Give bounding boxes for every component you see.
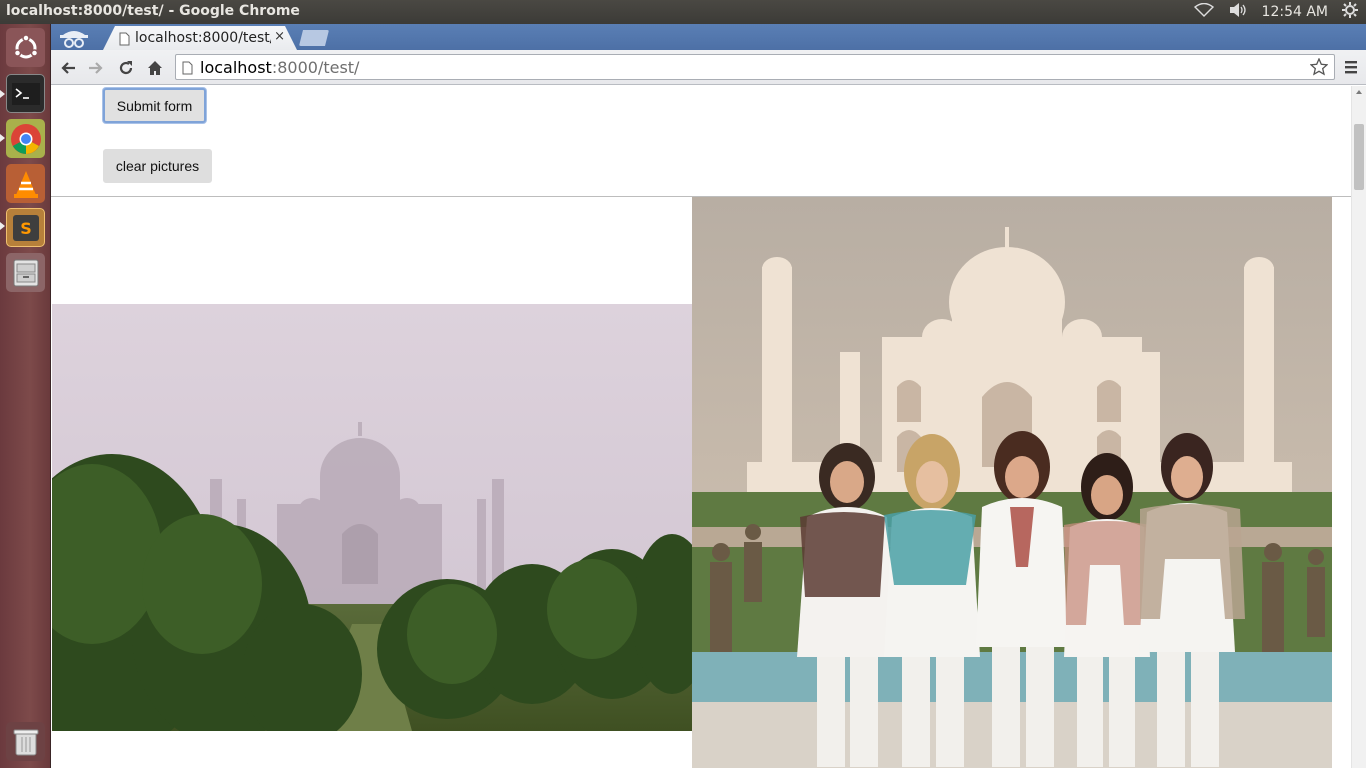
tab-bar: localhost:8000/test/ × <box>51 24 1366 50</box>
clear-pictures-button[interactable]: clear pictures <box>103 149 212 183</box>
page-icon <box>182 60 193 79</box>
terminal-icon[interactable] <box>6 74 45 113</box>
top-panel: localhost:8000/test/ - Google Chrome 12:… <box>0 0 1366 24</box>
home-icon[interactable] <box>144 57 166 79</box>
incognito-icon <box>57 25 91 49</box>
gear-icon[interactable] <box>1342 2 1358 22</box>
file-cabinet-icon[interactable] <box>6 253 45 292</box>
page-scrollbar[interactable] <box>1351 86 1366 768</box>
volume-icon[interactable] <box>1228 2 1248 22</box>
sublime-text-icon[interactable]: S <box>6 208 45 247</box>
submit-form-button[interactable]: Submit form <box>103 88 206 123</box>
photo-group-at-taj-mahal <box>692 197 1332 768</box>
new-tab-button[interactable] <box>299 30 329 46</box>
panel-indicators: 12:54 AM <box>1193 0 1358 24</box>
window-title: localhost:8000/test/ - Google Chrome <box>6 3 300 19</box>
wifi-icon[interactable] <box>1193 2 1214 21</box>
url-path: :8000/test/ <box>271 58 360 77</box>
tab-title: localhost:8000/test/ <box>135 30 271 46</box>
url-host: localhost <box>200 58 272 77</box>
back-arrow-icon[interactable] <box>57 57 79 79</box>
running-indicator <box>0 222 5 230</box>
close-icon[interactable]: × <box>274 29 285 44</box>
url-text: localhost:8000/test/ <box>200 58 359 77</box>
forward-arrow-icon[interactable] <box>85 57 107 79</box>
browser-toolbar: localhost:8000/test/ <box>51 50 1366 85</box>
scroll-up-arrow-icon[interactable] <box>1356 90 1362 94</box>
running-indicator <box>0 90 5 98</box>
chrome-icon[interactable] <box>6 119 45 158</box>
tab-active[interactable]: localhost:8000/test/ × <box>103 26 297 50</box>
svg-text:S: S <box>20 219 32 238</box>
ubuntu-logo-icon[interactable] <box>6 28 45 67</box>
trash-icon[interactable] <box>6 722 45 761</box>
scrollbar-thumb[interactable] <box>1354 124 1364 190</box>
clock[interactable]: 12:54 AM <box>1262 4 1328 20</box>
unity-launcher: S <box>0 24 51 768</box>
address-bar[interactable]: localhost:8000/test/ <box>175 54 1335 80</box>
photo-taj-mahal-mist <box>52 304 692 731</box>
page-viewport: Submit form clear pictures <box>51 86 1351 768</box>
reload-icon[interactable] <box>115 57 137 79</box>
bookmark-star-icon[interactable] <box>1309 57 1329 80</box>
menu-icon[interactable] <box>1343 59 1359 75</box>
page-icon <box>119 31 130 50</box>
picture-gallery <box>51 196 1351 768</box>
running-indicator <box>0 134 5 142</box>
vlc-cone-icon[interactable] <box>6 164 45 203</box>
